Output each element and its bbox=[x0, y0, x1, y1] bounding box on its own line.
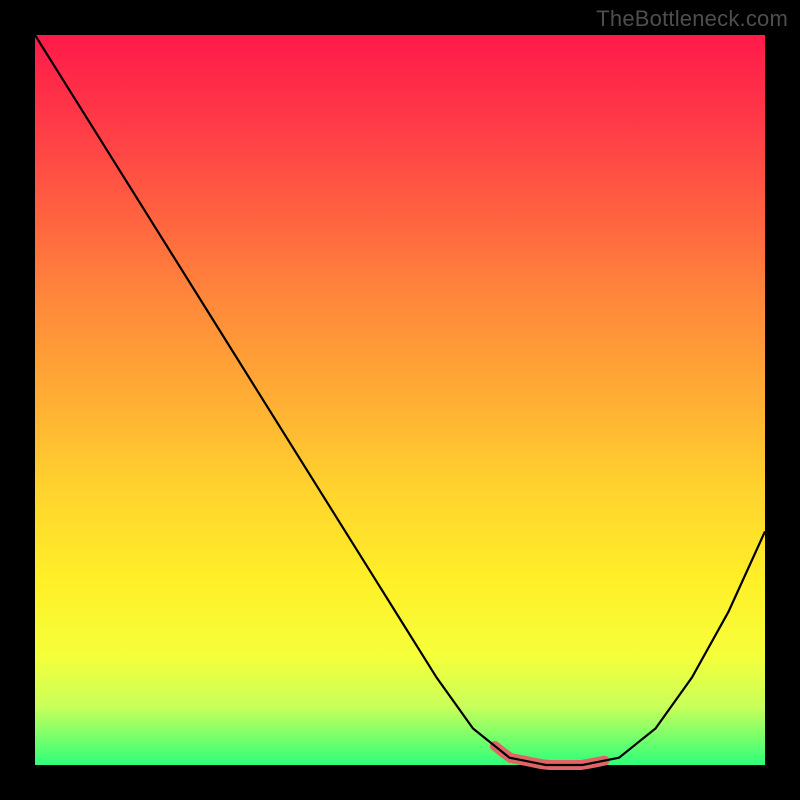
watermark-text: TheBottleneck.com bbox=[596, 6, 788, 32]
bottleneck-curve-line bbox=[35, 35, 765, 765]
chart-frame: TheBottleneck.com bbox=[0, 0, 800, 800]
plot-area bbox=[35, 35, 765, 765]
highlight-band bbox=[495, 746, 605, 765]
curve-svg bbox=[35, 35, 765, 765]
